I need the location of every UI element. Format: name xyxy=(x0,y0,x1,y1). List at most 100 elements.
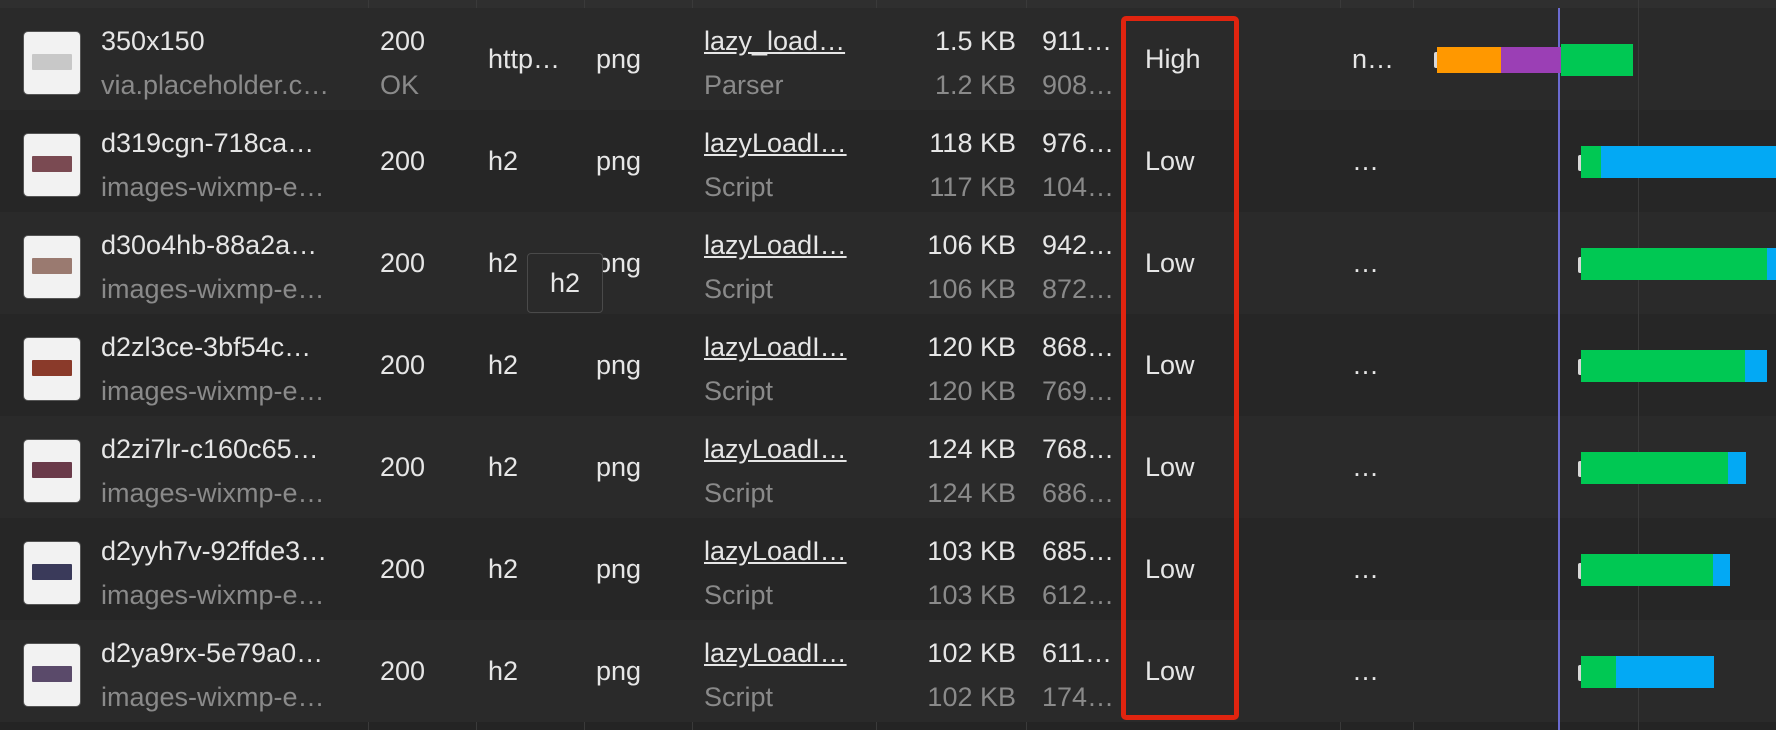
extra-cell: … xyxy=(1340,314,1413,416)
initiator-link[interactable]: lazyLoadI… xyxy=(704,228,870,262)
name-cell[interactable]: d2zl3ce-3bf54c… images-wixmp-e… xyxy=(0,314,368,416)
status-text: OK xyxy=(380,70,420,100)
thumbnail-preview xyxy=(32,666,72,682)
protocol-cell: h2 xyxy=(476,518,584,620)
extra-cell: … xyxy=(1340,620,1413,722)
name-cell[interactable]: d2zi7lr-c160c65… images-wixmp-e… xyxy=(0,416,368,518)
status-cell: 200 xyxy=(368,212,476,314)
initiator-type: Script xyxy=(704,376,774,406)
extra-value: n… xyxy=(1352,44,1395,74)
request-host: images-wixmp-e… xyxy=(101,172,325,202)
status-cell: 200 xyxy=(368,314,476,416)
priority-highlight-box xyxy=(1121,16,1239,720)
time-total: 976… xyxy=(1042,128,1115,158)
table-row[interactable]: d2yyh7v-92ffde3… images-wixmp-e… 200 h2 … xyxy=(0,518,1776,620)
name-cell[interactable]: d2yyh7v-92ffde3… images-wixmp-e… xyxy=(0,518,368,620)
size-cell: 1.5 KB 1.2 KB xyxy=(876,8,1026,110)
type-value: png xyxy=(596,350,642,380)
extra-value: … xyxy=(1352,452,1379,482)
waterfall-waiting-bar xyxy=(1561,44,1633,76)
status-cell: 200 xyxy=(368,620,476,722)
name-cell[interactable]: d2ya9rx-5e79a0… images-wixmp-e… xyxy=(0,620,368,722)
name-cell[interactable]: d30o4hb-88a2a… images-wixmp-e… xyxy=(0,212,368,314)
extra-cell: … xyxy=(1340,110,1413,212)
time-total: 911… xyxy=(1042,26,1113,56)
initiator-cell: lazyLoadI… Script xyxy=(692,518,876,620)
waterfall-stalled-bar xyxy=(1501,47,1561,73)
thumbnail-preview xyxy=(32,258,72,274)
protocol-value: h2 xyxy=(488,350,519,380)
table-row[interactable]: d2zi7lr-c160c65… images-wixmp-e… 200 h2 … xyxy=(0,416,1776,518)
transfer-size: 120 KB xyxy=(927,332,1016,362)
thumbnail-preview xyxy=(32,564,72,580)
initiator-link[interactable]: lazyLoadI… xyxy=(704,534,870,568)
time-total: 611… xyxy=(1042,638,1113,668)
waterfall-download-bar xyxy=(1745,350,1767,382)
type-cell: png xyxy=(584,518,692,620)
waterfall-download-bar xyxy=(1601,146,1776,178)
protocol-tooltip: h2 xyxy=(527,253,603,313)
initiator-cell: lazyLoadI… Script xyxy=(692,212,876,314)
image-thumbnail xyxy=(24,32,80,94)
waterfall-waiting-bar xyxy=(1581,146,1601,178)
initiator-cell: lazyLoadI… Script xyxy=(692,620,876,722)
initiator-link[interactable]: lazy_load… xyxy=(704,24,870,58)
status-code: 200 xyxy=(380,554,426,584)
time-cell: 685… 612… xyxy=(1026,518,1121,620)
time-cell: 868… 769… xyxy=(1026,314,1121,416)
type-value: png xyxy=(596,452,642,482)
size-cell: 103 KB 103 KB xyxy=(876,518,1026,620)
request-name: d30o4hb-88a2a… xyxy=(101,230,318,260)
initiator-link[interactable]: lazyLoadI… xyxy=(704,126,870,160)
waterfall-waiting-bar xyxy=(1581,554,1713,586)
size-cell: 106 KB 106 KB xyxy=(876,212,1026,314)
status-cell: 200 xyxy=(368,416,476,518)
extra-value: … xyxy=(1352,656,1379,686)
time-total: 685… xyxy=(1042,536,1115,566)
table-row[interactable]: d2ya9rx-5e79a0… images-wixmp-e… 200 h2 p… xyxy=(0,620,1776,722)
protocol-cell: http… xyxy=(476,8,584,110)
size-cell: 124 KB 124 KB xyxy=(876,416,1026,518)
time-cell: 611… 174… xyxy=(1026,620,1121,722)
status-code: 200 xyxy=(380,146,426,176)
protocol-value: h2 xyxy=(488,146,519,176)
type-value: png xyxy=(596,554,642,584)
dom-content-loaded-marker xyxy=(1558,8,1560,730)
request-host: images-wixmp-e… xyxy=(101,682,325,712)
table-row[interactable]: d2zl3ce-3bf54c… images-wixmp-e… 200 h2 p… xyxy=(0,314,1776,416)
waterfall-queueing-bar xyxy=(1437,47,1501,73)
time-latency: 769… xyxy=(1042,376,1115,406)
size-cell: 118 KB 117 KB xyxy=(876,110,1026,212)
name-cell[interactable]: 350x150 via.placeholder.c… xyxy=(0,8,368,110)
time-cell: 942… 872… xyxy=(1026,212,1121,314)
time-total: 942… xyxy=(1042,230,1115,260)
image-thumbnail xyxy=(24,134,80,196)
waterfall-download-bar xyxy=(1728,452,1746,484)
initiator-type: Script xyxy=(704,274,774,304)
resource-size: 117 KB xyxy=(929,172,1016,202)
request-host: images-wixmp-e… xyxy=(101,478,325,508)
thumbnail-preview xyxy=(32,156,72,172)
initiator-link[interactable]: lazyLoadI… xyxy=(704,330,870,364)
initiator-type: Parser xyxy=(704,70,784,100)
extra-cell: … xyxy=(1340,518,1413,620)
initiator-link[interactable]: lazyLoadI… xyxy=(704,636,870,670)
resource-size: 1.2 KB xyxy=(934,70,1016,100)
request-name: d2ya9rx-5e79a0… xyxy=(101,638,324,668)
status-code: 200 xyxy=(380,452,426,482)
network-requests-table: 350x150 via.placeholder.c… 200 OK http… … xyxy=(0,0,1776,730)
table-row[interactable]: d30o4hb-88a2a… images-wixmp-e… 200 h2 pn… xyxy=(0,212,1776,314)
time-latency: 174… xyxy=(1042,682,1115,712)
name-cell[interactable]: d319cgn-718ca… images-wixmp-e… xyxy=(0,110,368,212)
initiator-link[interactable]: lazyLoadI… xyxy=(704,432,870,466)
initiator-cell: lazyLoadI… Script xyxy=(692,314,876,416)
extra-value: … xyxy=(1352,554,1379,584)
request-name: d319cgn-718ca… xyxy=(101,128,315,158)
status-cell: 200 OK xyxy=(368,8,476,110)
transfer-size: 124 KB xyxy=(927,434,1016,464)
status-code: 200 xyxy=(380,248,426,278)
table-row[interactable]: d319cgn-718ca… images-wixmp-e… 200 h2 pn… xyxy=(0,110,1776,212)
waterfall-download-bar xyxy=(1616,656,1714,688)
protocol-cell: h2 xyxy=(476,416,584,518)
time-latency: 872… xyxy=(1042,274,1115,304)
